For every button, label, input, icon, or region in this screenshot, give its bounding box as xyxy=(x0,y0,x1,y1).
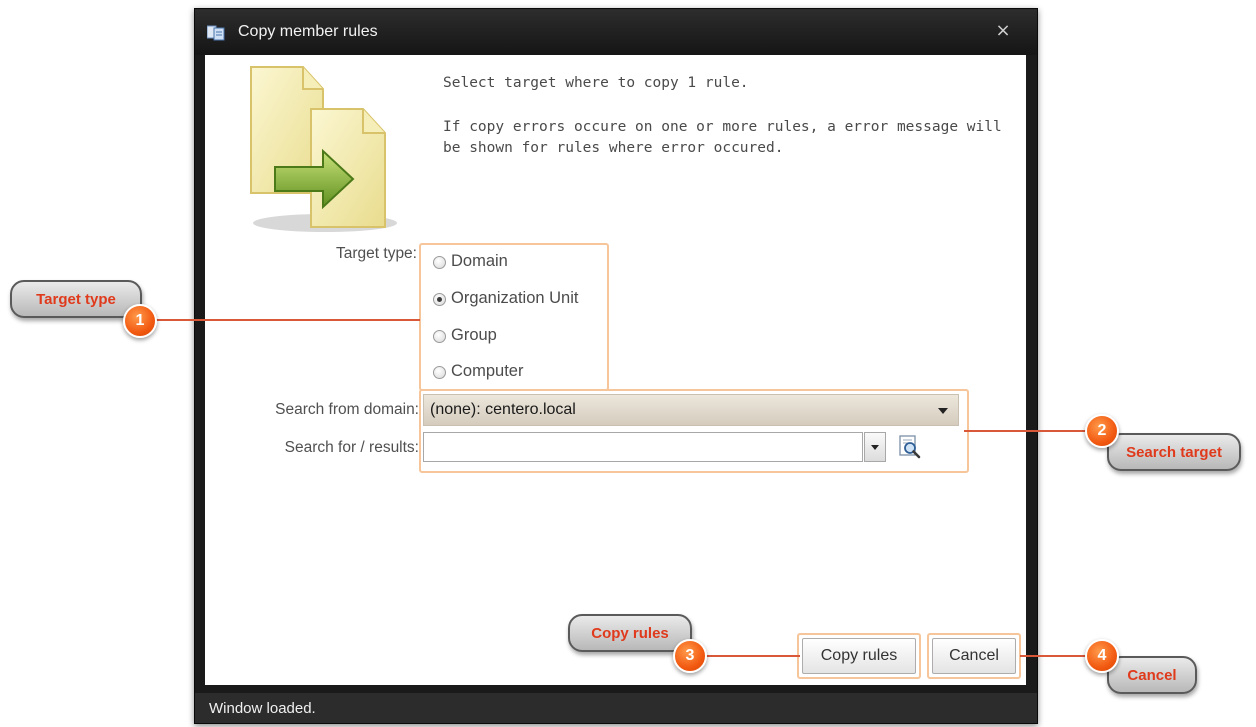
radio-label: Organization Unit xyxy=(451,289,579,307)
cancel-frame: Cancel xyxy=(927,633,1021,679)
radio-circle-selected[interactable] xyxy=(433,293,446,306)
title-bar[interactable]: Copy member rules × xyxy=(195,9,1037,55)
search-target-group: (none): centero.local xyxy=(419,389,969,473)
radio-circle[interactable] xyxy=(433,256,446,269)
copy-rules-button[interactable]: Copy rules xyxy=(802,638,916,674)
chevron-down-icon xyxy=(871,445,879,450)
copy-documents-icon xyxy=(250,66,397,232)
target-type-label: Target type: xyxy=(336,245,417,262)
dialog-body: Select target where to copy 1 rule. If c… xyxy=(205,55,1026,685)
callout-3-label: Copy rules xyxy=(568,614,692,652)
status-text: Window loaded. xyxy=(209,700,316,717)
search-icon[interactable] xyxy=(897,434,923,460)
callout-3-badge: 3 xyxy=(673,639,707,673)
search-domain-label: Search from domain: xyxy=(275,401,419,418)
callout-2-badge: 2 xyxy=(1085,414,1119,448)
callout-4-badge: 4 xyxy=(1085,639,1119,673)
radio-label: Domain xyxy=(451,252,508,270)
callout-2-line xyxy=(964,430,1094,432)
callout-1-label: Target type xyxy=(10,280,142,318)
search-results-dropdown-button[interactable] xyxy=(864,432,886,462)
close-button[interactable]: × xyxy=(991,19,1015,43)
error-info-text: If copy errors occure on one or more rul… xyxy=(443,119,1002,156)
copy-rules-frame: Copy rules xyxy=(797,633,921,679)
domain-select[interactable]: (none): centero.local xyxy=(423,394,959,426)
search-input[interactable] xyxy=(423,432,863,462)
intro-text: Select target where to copy 1 rule. xyxy=(443,75,749,91)
callout-2-label: Search target xyxy=(1107,433,1241,471)
status-bar: Window loaded. xyxy=(195,693,1037,723)
callout-1-line xyxy=(150,319,420,321)
radio-circle[interactable] xyxy=(433,330,446,343)
search-for-label: Search for / results: xyxy=(284,439,419,456)
callout-3-line xyxy=(700,655,800,657)
target-type-radio-group: Domain Organization Unit Group Computer xyxy=(419,243,609,391)
chevron-down-icon xyxy=(938,408,948,414)
radio-label: Computer xyxy=(451,362,524,380)
window-title: Copy member rules xyxy=(238,23,378,40)
domain-select-value: (none): centero.local xyxy=(430,401,576,418)
cancel-button[interactable]: Cancel xyxy=(932,638,1016,674)
radio-label: Group xyxy=(451,326,497,344)
copy-rules-icon xyxy=(207,25,225,41)
callout-4-label: Cancel xyxy=(1107,656,1197,694)
callout-1-badge: 1 xyxy=(123,304,157,338)
radio-circle[interactable] xyxy=(433,366,446,379)
